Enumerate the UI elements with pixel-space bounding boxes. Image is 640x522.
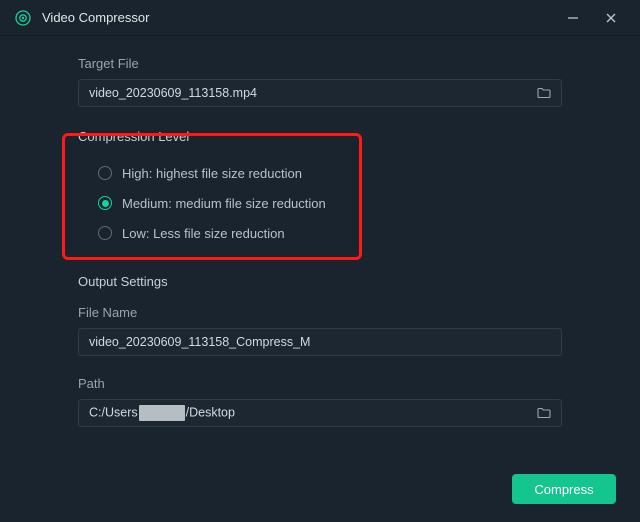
radio-option-low[interactable]: Low: Less file size reduction: [98, 218, 562, 248]
path-label: Path: [78, 376, 562, 391]
folder-icon: [536, 405, 552, 421]
file-name-label: File Name: [78, 305, 562, 320]
target-file-field[interactable]: video_20230609_113158.mp4: [78, 79, 562, 107]
path-value: C:/Users/Desktop: [89, 405, 533, 421]
radio-option-high[interactable]: High: highest file size reduction: [98, 158, 562, 188]
compress-button[interactable]: Compress: [512, 474, 616, 504]
output-settings-section: Output Settings File Name video_20230609…: [78, 274, 562, 427]
radio-label: Low: Less file size reduction: [122, 226, 285, 241]
file-name-field[interactable]: video_20230609_113158_Compress_M: [78, 328, 562, 356]
browse-target-button[interactable]: [533, 82, 555, 104]
target-file-value: video_20230609_113158.mp4: [89, 86, 533, 100]
app-title: Video Compressor: [42, 10, 554, 25]
footer-actions: Compress: [512, 474, 616, 504]
radio-icon: [98, 226, 112, 240]
output-settings-title: Output Settings: [78, 274, 562, 289]
radio-option-medium[interactable]: Medium: medium file size reduction: [98, 188, 562, 218]
path-field[interactable]: C:/Users/Desktop: [78, 399, 562, 427]
radio-icon: [98, 166, 112, 180]
compression-radio-group: High: highest file size reduction Medium…: [78, 158, 562, 248]
close-button[interactable]: [592, 0, 630, 36]
file-name-value: video_20230609_113158_Compress_M: [89, 335, 555, 349]
app-logo-icon: [14, 9, 32, 27]
content-area: Target File video_20230609_113158.mp4 Co…: [0, 36, 640, 427]
compression-level-section: Compression Level High: highest file siz…: [78, 129, 562, 248]
redacted-username: [139, 405, 185, 421]
radio-label: High: highest file size reduction: [122, 166, 302, 181]
radio-icon: [98, 196, 112, 210]
target-file-section: Target File video_20230609_113158.mp4: [78, 56, 562, 107]
browse-path-button[interactable]: [533, 402, 555, 424]
titlebar: Video Compressor: [0, 0, 640, 36]
folder-icon: [536, 85, 552, 101]
compression-level-title: Compression Level: [78, 129, 562, 144]
app-window: Video Compressor Target File video_20230…: [0, 0, 640, 522]
radio-label: Medium: medium file size reduction: [122, 196, 326, 211]
target-file-label: Target File: [78, 56, 562, 71]
minimize-button[interactable]: [554, 0, 592, 36]
